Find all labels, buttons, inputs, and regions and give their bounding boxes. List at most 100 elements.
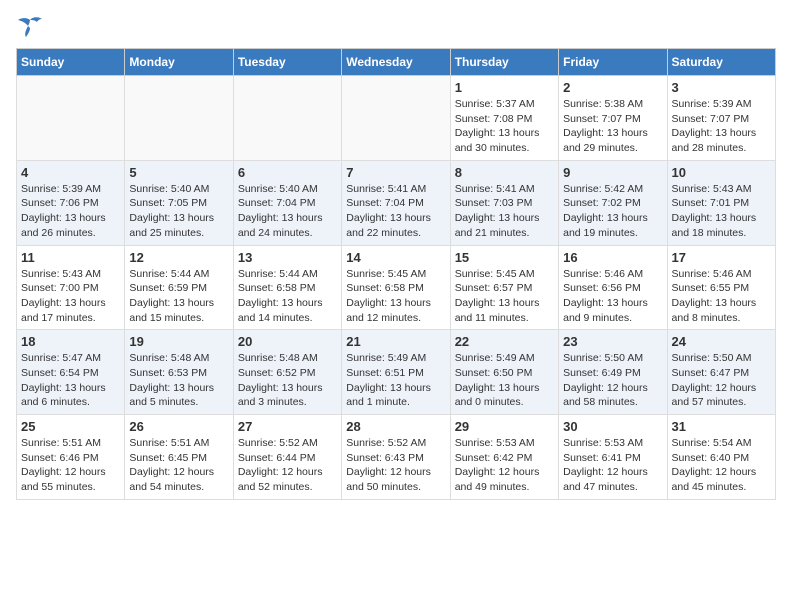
day-info: Sunrise: 5:44 AM Sunset: 6:59 PM Dayligh… <box>129 267 228 326</box>
day-number: 6 <box>238 165 337 180</box>
day-number: 16 <box>563 250 662 265</box>
day-number: 20 <box>238 334 337 349</box>
day-number: 8 <box>455 165 554 180</box>
day-info: Sunrise: 5:47 AM Sunset: 6:54 PM Dayligh… <box>21 351 120 410</box>
calendar-cell: 28 Sunrise: 5:52 AM Sunset: 6:43 PM Dayli… <box>342 415 450 500</box>
day-info: Sunrise: 5:44 AM Sunset: 6:58 PM Dayligh… <box>238 267 337 326</box>
day-number: 17 <box>672 250 771 265</box>
day-info: Sunrise: 5:39 AM Sunset: 7:06 PM Dayligh… <box>21 182 120 241</box>
day-number: 7 <box>346 165 445 180</box>
calendar-cell: 21Sunrise: 5:49 AM Sunset: 6:51 PM Dayli… <box>342 330 450 415</box>
day-info: Sunrise: 5:50 AM Sunset: 6:47 PM Dayligh… <box>672 351 771 410</box>
day-info: Sunrise: 5:45 AM Sunset: 6:57 PM Dayligh… <box>455 267 554 326</box>
calendar-cell: 26 Sunrise: 5:51 AM Sunset: 6:45 PM Dayli… <box>125 415 233 500</box>
day-info: Sunrise: 5:52 AM Sunset: 6:43 PM Dayligh… <box>346 436 445 495</box>
day-number: 19 <box>129 334 228 349</box>
calendar-cell: 15 Sunrise: 5:45 AM Sunset: 6:57 PM Dayli… <box>450 245 558 330</box>
calendar-cell: 3 Sunrise: 5:39 AM Sunset: 7:07 PM Daylig… <box>667 76 775 161</box>
calendar-cell: 24Sunrise: 5:50 AM Sunset: 6:47 PM Dayli… <box>667 330 775 415</box>
day-info: Sunrise: 5:39 AM Sunset: 7:07 PM Dayligh… <box>672 97 771 156</box>
day-info: Sunrise: 5:41 AM Sunset: 7:03 PM Dayligh… <box>455 182 554 241</box>
calendar-cell: 30 Sunrise: 5:53 AM Sunset: 6:41 PM Dayli… <box>559 415 667 500</box>
day-info: Sunrise: 5:40 AM Sunset: 7:05 PM Dayligh… <box>129 182 228 241</box>
day-info: Sunrise: 5:52 AM Sunset: 6:44 PM Dayligh… <box>238 436 337 495</box>
calendar-cell: 17Sunrise: 5:46 AM Sunset: 6:55 PM Dayli… <box>667 245 775 330</box>
calendar-cell: 14 Sunrise: 5:45 AM Sunset: 6:58 PM Dayli… <box>342 245 450 330</box>
calendar-cell: 5 Sunrise: 5:40 AM Sunset: 7:05 PM Daylig… <box>125 160 233 245</box>
day-info: Sunrise: 5:43 AM Sunset: 7:01 PM Dayligh… <box>672 182 771 241</box>
calendar-cell <box>233 76 341 161</box>
day-info: Sunrise: 5:53 AM Sunset: 6:42 PM Dayligh… <box>455 436 554 495</box>
day-number: 14 <box>346 250 445 265</box>
day-number: 28 <box>346 419 445 434</box>
day-info: Sunrise: 5:48 AM Sunset: 6:52 PM Dayligh… <box>238 351 337 410</box>
calendar-week-row: 1 Sunrise: 5:37 AM Sunset: 7:08 PM Daylig… <box>17 76 776 161</box>
calendar-cell <box>125 76 233 161</box>
day-info: Sunrise: 5:41 AM Sunset: 7:04 PM Dayligh… <box>346 182 445 241</box>
day-info: Sunrise: 5:51 AM Sunset: 6:46 PM Dayligh… <box>21 436 120 495</box>
day-info: Sunrise: 5:48 AM Sunset: 6:53 PM Dayligh… <box>129 351 228 410</box>
calendar-cell: 8 Sunrise: 5:41 AM Sunset: 7:03 PM Daylig… <box>450 160 558 245</box>
day-header-wednesday: Wednesday <box>342 49 450 76</box>
calendar-week-row: 25 Sunrise: 5:51 AM Sunset: 6:46 PM Dayli… <box>17 415 776 500</box>
calendar-cell: 22Sunrise: 5:49 AM Sunset: 6:50 PM Dayli… <box>450 330 558 415</box>
day-number: 15 <box>455 250 554 265</box>
day-number: 29 <box>455 419 554 434</box>
calendar-header-row: SundayMondayTuesdayWednesdayThursdayFrid… <box>17 49 776 76</box>
day-number: 3 <box>672 80 771 95</box>
calendar-week-row: 4Sunrise: 5:39 AM Sunset: 7:06 PM Daylig… <box>17 160 776 245</box>
calendar-cell: 10 Sunrise: 5:43 AM Sunset: 7:01 PM Dayli… <box>667 160 775 245</box>
day-info: Sunrise: 5:40 AM Sunset: 7:04 PM Dayligh… <box>238 182 337 241</box>
day-number: 18 <box>21 334 120 349</box>
calendar-cell: 19 Sunrise: 5:48 AM Sunset: 6:53 PM Dayli… <box>125 330 233 415</box>
day-number: 30 <box>563 419 662 434</box>
calendar-cell: 7 Sunrise: 5:41 AM Sunset: 7:04 PM Daylig… <box>342 160 450 245</box>
calendar-cell: 1 Sunrise: 5:37 AM Sunset: 7:08 PM Daylig… <box>450 76 558 161</box>
day-number: 26 <box>129 419 228 434</box>
day-info: Sunrise: 5:45 AM Sunset: 6:58 PM Dayligh… <box>346 267 445 326</box>
day-info: Sunrise: 5:42 AM Sunset: 7:02 PM Dayligh… <box>563 182 662 241</box>
logo <box>16 16 48 38</box>
day-number: 12 <box>129 250 228 265</box>
calendar-cell: 13 Sunrise: 5:44 AM Sunset: 6:58 PM Dayli… <box>233 245 341 330</box>
calendar-cell: 6 Sunrise: 5:40 AM Sunset: 7:04 PM Daylig… <box>233 160 341 245</box>
day-header-friday: Friday <box>559 49 667 76</box>
day-header-monday: Monday <box>125 49 233 76</box>
logo-bird-icon <box>16 16 44 38</box>
calendar-cell: 29 Sunrise: 5:53 AM Sunset: 6:42 PM Dayli… <box>450 415 558 500</box>
day-info: Sunrise: 5:37 AM Sunset: 7:08 PM Dayligh… <box>455 97 554 156</box>
day-number: 9 <box>563 165 662 180</box>
calendar-cell <box>342 76 450 161</box>
calendar-cell: 9 Sunrise: 5:42 AM Sunset: 7:02 PM Daylig… <box>559 160 667 245</box>
calendar-cell: 31 Sunrise: 5:54 AM Sunset: 6:40 PM Dayli… <box>667 415 775 500</box>
day-number: 23 <box>563 334 662 349</box>
day-info: Sunrise: 5:43 AM Sunset: 7:00 PM Dayligh… <box>21 267 120 326</box>
day-header-thursday: Thursday <box>450 49 558 76</box>
calendar-cell: 11Sunrise: 5:43 AM Sunset: 7:00 PM Dayli… <box>17 245 125 330</box>
day-info: Sunrise: 5:46 AM Sunset: 6:56 PM Dayligh… <box>563 267 662 326</box>
calendar-cell: 20 Sunrise: 5:48 AM Sunset: 6:52 PM Dayli… <box>233 330 341 415</box>
calendar-cell: 23 Sunrise: 5:50 AM Sunset: 6:49 PM Dayli… <box>559 330 667 415</box>
day-info: Sunrise: 5:54 AM Sunset: 6:40 PM Dayligh… <box>672 436 771 495</box>
day-info: Sunrise: 5:38 AM Sunset: 7:07 PM Dayligh… <box>563 97 662 156</box>
day-number: 2 <box>563 80 662 95</box>
calendar-cell: 16 Sunrise: 5:46 AM Sunset: 6:56 PM Dayli… <box>559 245 667 330</box>
calendar-cell: 27Sunrise: 5:52 AM Sunset: 6:44 PM Dayli… <box>233 415 341 500</box>
calendar-table: SundayMondayTuesdayWednesdayThursdayFrid… <box>16 48 776 500</box>
day-number: 22 <box>455 334 554 349</box>
day-info: Sunrise: 5:50 AM Sunset: 6:49 PM Dayligh… <box>563 351 662 410</box>
calendar-week-row: 18 Sunrise: 5:47 AM Sunset: 6:54 PM Dayli… <box>17 330 776 415</box>
day-number: 5 <box>129 165 228 180</box>
day-number: 25 <box>21 419 120 434</box>
day-number: 13 <box>238 250 337 265</box>
day-header-sunday: Sunday <box>17 49 125 76</box>
calendar-cell <box>17 76 125 161</box>
day-number: 1 <box>455 80 554 95</box>
calendar-cell: 4Sunrise: 5:39 AM Sunset: 7:06 PM Daylig… <box>17 160 125 245</box>
day-header-tuesday: Tuesday <box>233 49 341 76</box>
day-info: Sunrise: 5:51 AM Sunset: 6:45 PM Dayligh… <box>129 436 228 495</box>
day-info: Sunrise: 5:53 AM Sunset: 6:41 PM Dayligh… <box>563 436 662 495</box>
calendar-cell: 18 Sunrise: 5:47 AM Sunset: 6:54 PM Dayli… <box>17 330 125 415</box>
day-number: 31 <box>672 419 771 434</box>
day-number: 10 <box>672 165 771 180</box>
